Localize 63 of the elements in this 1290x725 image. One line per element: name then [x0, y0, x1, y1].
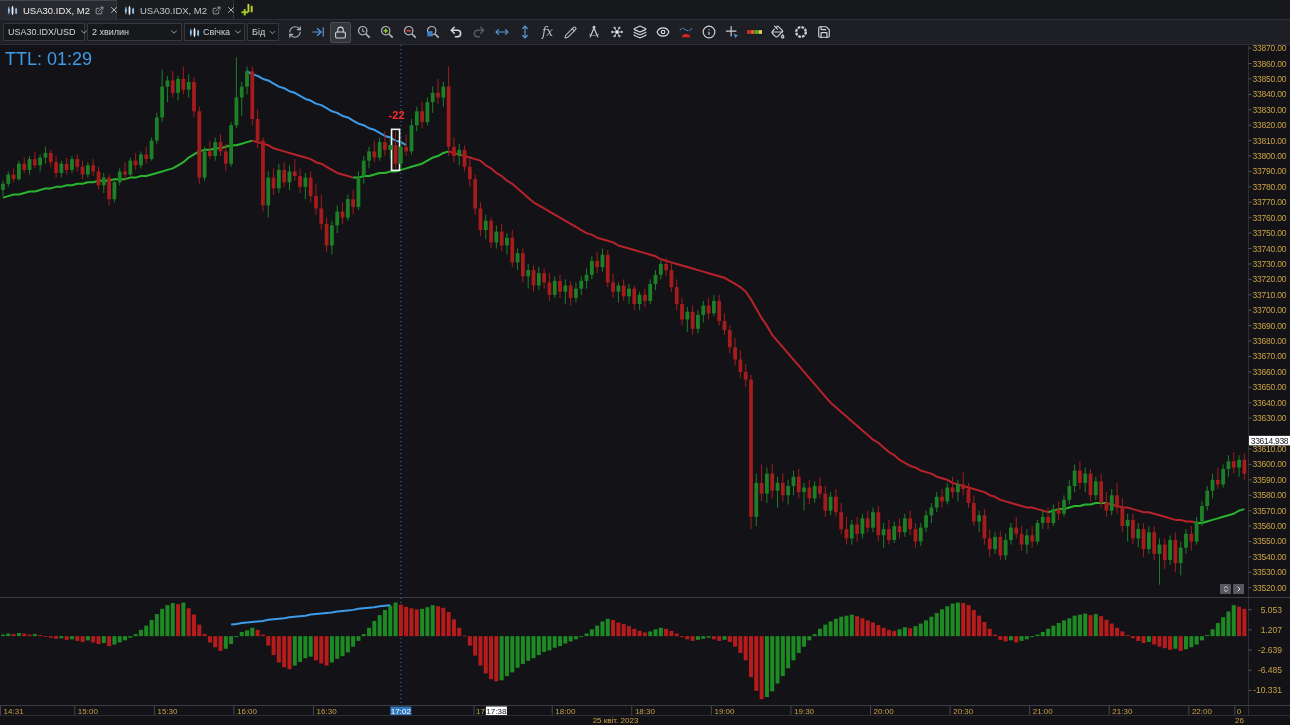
price-axis-label: 33600.00 [1252, 459, 1287, 470]
oscillator-axis-label: -10.331 [1253, 685, 1282, 696]
price-axis-label: 33700.00 [1252, 305, 1287, 316]
time-axis-label: 15:30 [157, 706, 178, 716]
time-axis-label: 0 [1236, 706, 1242, 716]
price-axis-label: 33520.00 [1252, 582, 1287, 593]
price-axis-label: 33650.00 [1252, 382, 1287, 393]
time-axis-label: 15:00 [77, 706, 98, 716]
price-axis-label: 33740.00 [1252, 243, 1287, 254]
price-axis-label: 33760.00 [1252, 212, 1287, 223]
time-axis-label: 14:31 [3, 706, 24, 716]
time-axis-label: 16:30 [316, 706, 337, 716]
price-axis-label: 33850.00 [1252, 73, 1287, 84]
price-axis-label: 33660.00 [1252, 366, 1287, 377]
ttl-countdown: TTL: 01:29 [5, 49, 93, 69]
price-axis-label: 33840.00 [1252, 89, 1287, 100]
time-axis-label: 18:00 [555, 706, 576, 716]
price-axis-label: 33860.00 [1252, 58, 1287, 69]
time-axis-label: 20:30 [953, 706, 974, 716]
time-axis-label: 19:00 [714, 706, 735, 716]
price-axis-label: 33630.00 [1252, 413, 1287, 424]
time-marker-label: 17:38 [485, 706, 507, 716]
price-axis-label: 33870.00 [1252, 45, 1287, 54]
time-axis-label: 21:30 [1112, 706, 1133, 716]
price-axis-label: 33680.00 [1252, 336, 1287, 347]
price-axis-label: 33810.00 [1252, 135, 1287, 146]
price-axis-label: 33580.00 [1252, 490, 1287, 501]
price-axis-label: 33690.00 [1252, 320, 1287, 331]
price-axis-label: 33780.00 [1252, 181, 1287, 192]
price-axis-label: 33530.00 [1252, 567, 1287, 578]
date-label: 26 [1235, 716, 1244, 725]
oscillator-axis-label: 5.053 [1260, 604, 1282, 615]
date-label: 25 квіт. 2023 [591, 716, 640, 725]
price-axis-label: 33720.00 [1252, 274, 1287, 285]
oscillator-axis-label: 1.207 [1260, 624, 1282, 635]
price-axis-label: 33570.00 [1252, 505, 1287, 516]
price-axis-label: 33730.00 [1252, 258, 1287, 269]
time-axis-label: 19:30 [794, 706, 815, 716]
time-axis-label: 16:00 [237, 706, 258, 716]
price-axis-label: 33800.00 [1252, 151, 1287, 161]
price-axis-label: 33770.00 [1252, 197, 1287, 208]
price-axis-label: 33790.00 [1252, 166, 1287, 177]
price-axis-label: 33710.00 [1252, 289, 1287, 300]
price-axis-label: 33830.00 [1252, 104, 1287, 115]
time-axis-label: 22:00 [1191, 706, 1212, 716]
crosshair-time-label: 17:02 [390, 706, 411, 716]
oscillator-axis-label: -2.639 [1257, 645, 1282, 655]
price-axis-label: 33640.00 [1252, 397, 1287, 408]
price-axis-label: 33750.00 [1252, 228, 1287, 239]
time-axis-label: 17 [476, 706, 485, 716]
price-axis-label: 33670.00 [1252, 351, 1287, 362]
time-axis-label: 21:00 [1032, 706, 1053, 716]
annotation-label: -22 [388, 109, 405, 122]
time-axis-label: 18:30 [634, 706, 655, 716]
price-axis-label: 33590.00 [1252, 474, 1287, 485]
current-price-label: 33614.938 [1250, 435, 1289, 446]
price-axis-label: 33820.00 [1252, 120, 1287, 131]
time-axis-label: 20:00 [873, 706, 894, 716]
price-axis-label: 33610.00 [1252, 444, 1287, 454]
price-axis-label: 33560.00 [1252, 521, 1287, 532]
oscillator-axis-label: -6.485 [1257, 665, 1282, 676]
price-axis-label: 33540.00 [1252, 551, 1287, 562]
price-axis-label: 33550.00 [1252, 536, 1287, 547]
